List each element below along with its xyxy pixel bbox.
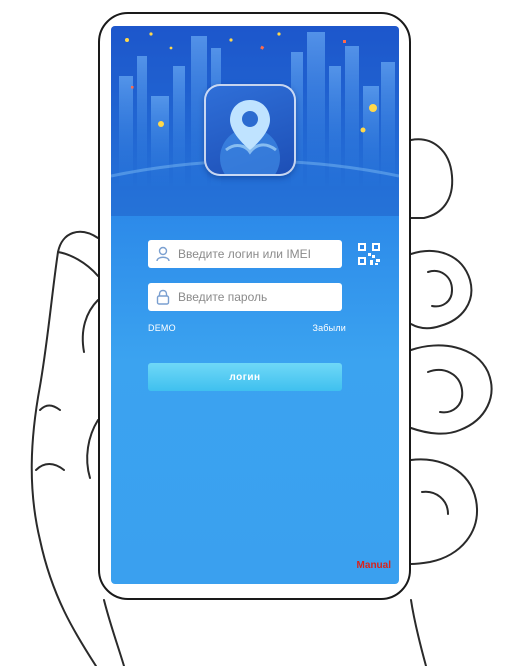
password-input[interactable]	[178, 290, 338, 304]
lock-icon	[152, 286, 174, 308]
app-screen: DEMO Забыли логин Manual	[111, 26, 399, 584]
password-field[interactable]	[148, 283, 342, 311]
login-button[interactable]: логин	[148, 363, 342, 391]
demo-link[interactable]: DEMO	[148, 323, 176, 333]
forgot-password-link[interactable]: Забыли	[312, 323, 346, 333]
map-pin-globe-icon	[204, 84, 296, 176]
manual-link[interactable]: Manual	[357, 560, 391, 571]
username-input[interactable]	[178, 247, 338, 261]
username-field[interactable]	[148, 240, 342, 268]
qr-code-icon[interactable]	[357, 242, 381, 266]
user-icon	[152, 243, 174, 265]
